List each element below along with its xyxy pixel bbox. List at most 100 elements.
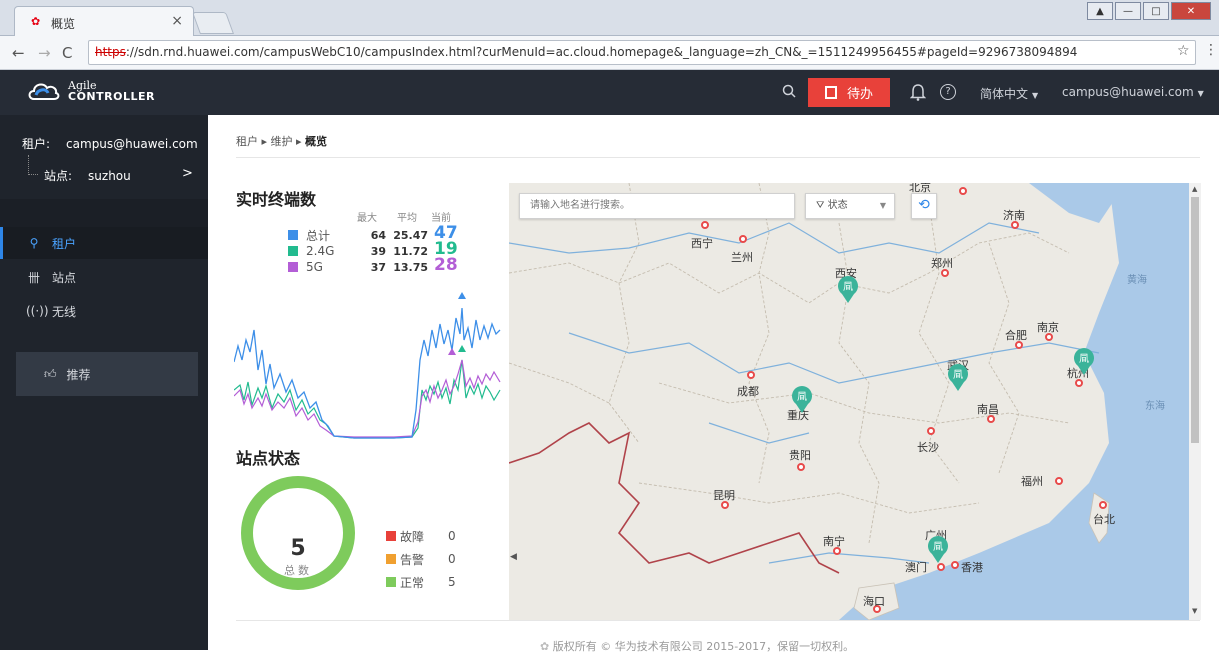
city-dot[interactable] <box>959 187 967 195</box>
tree-connector <box>28 155 38 175</box>
map-status-filter[interactable]: ⛛ 状态 ▼ <box>805 193 895 219</box>
recommend-button[interactable]: 👍︎ 推荐 <box>16 352 198 396</box>
tenant-value: campus@huawei.com <box>66 137 198 151</box>
caret-down-icon: ▼ <box>879 201 886 210</box>
legend-2-4g[interactable]: 2.4G 39 11.72 19 <box>288 239 458 259</box>
legend-max: 39 <box>370 244 386 258</box>
forward-arrow-icon[interactable]: → <box>38 44 51 62</box>
city-label: 长沙 <box>917 441 939 454</box>
city-dot[interactable] <box>937 563 945 571</box>
legend-total[interactable]: 总计 64 25.47 47 <box>288 223 458 243</box>
city-dot[interactable] <box>739 235 747 243</box>
city-label: 成都 <box>737 385 759 398</box>
url-text: ://sdn.rnd.huawei.com/campusWebC10/campu… <box>125 45 1078 59</box>
tab-title: 概览 <box>51 17 76 31</box>
copyright-text: 版权所有 © 华为技术有限公司 2015-2017，保留一切权利。 <box>552 640 855 653</box>
browser-menu-icon[interactable]: ⋮ <box>1204 42 1218 58</box>
city-label: 贵阳 <box>789 449 811 462</box>
sidebar-item-label: 无线 <box>52 304 77 319</box>
legend-max: 64 <box>370 228 386 242</box>
status-name: 正常 <box>400 575 425 590</box>
peak-marker-total <box>458 292 466 299</box>
site-pin-icon[interactable]: 凬 <box>791 385 813 413</box>
tenant-key: 租户: <box>22 137 51 151</box>
bell-icon[interactable] <box>910 83 926 101</box>
user-label: campus@huawei.com <box>1062 85 1194 99</box>
legend-swatch <box>288 246 298 256</box>
sidebar-item-site[interactable]: 卌 站点 <box>0 261 208 293</box>
site-selector[interactable]: 站点: suzhou <box>44 167 131 184</box>
brand-line2: CONTROLLER <box>68 90 155 103</box>
filter-funnel-icon: ⛛ <box>816 200 825 211</box>
window-close-icon[interactable]: ✕ <box>1171 2 1211 20</box>
todo-button[interactable]: 待办 <box>808 78 890 107</box>
legend-swatch <box>288 262 298 272</box>
legend-avg: 25.47 <box>393 228 428 242</box>
city-dot[interactable] <box>1099 501 1107 509</box>
scroll-up-icon[interactable]: ▲ <box>1192 185 1197 193</box>
breadcrumb-tenant[interactable]: 租户 <box>236 135 258 148</box>
site-pin-icon[interactable]: 凬 <box>1073 347 1095 375</box>
map-sea-bay <box>1029 183 1119 223</box>
svg-text:凬: 凬 <box>933 541 943 553</box>
huawei-logo-icon: ✿ <box>31 15 41 28</box>
city-dot[interactable] <box>927 427 935 435</box>
peak-marker-5g <box>448 348 456 355</box>
new-tab-button[interactable] <box>191 12 235 34</box>
reload-icon[interactable]: C <box>62 44 72 62</box>
breadcrumb: 租户 ▸ 维护 ▸ 概览 <box>236 135 328 148</box>
map-collapse-arrow-icon[interactable]: ◀ <box>510 552 517 562</box>
window-maximize-icon[interactable]: □ <box>1143 2 1169 20</box>
site-pin-icon[interactable]: 凬 <box>837 275 859 303</box>
divider <box>236 620 1200 621</box>
map-refresh-button[interactable]: ⟲ <box>911 193 937 219</box>
divider <box>236 157 1200 158</box>
sea-label: 黄海 <box>1127 275 1147 286</box>
scrollbar-thumb[interactable] <box>1191 197 1199 443</box>
status-value: 0 <box>448 552 456 566</box>
city-label: 合肥 <box>1005 329 1027 342</box>
caret-down-icon: ▼ <box>1032 91 1039 100</box>
city-dot[interactable] <box>797 463 805 471</box>
cloud-logo-icon <box>28 83 60 100</box>
bookmark-star-icon[interactable]: ☆ <box>1177 43 1190 59</box>
thumbs-up-icon: 👍︎ <box>44 366 57 381</box>
svg-text:凬: 凬 <box>843 281 853 293</box>
status-fault[interactable]: 故障 0 <box>386 529 456 544</box>
site-pin-icon[interactable]: 凬 <box>927 535 949 563</box>
agile-controller-logo[interactable]: Agile CONTROLLER <box>26 79 155 103</box>
sidebar-item-tenant[interactable]: ⚲ 租户 <box>0 227 208 259</box>
map-scrollbar[interactable]: ▲ ▼ <box>1189 183 1201 620</box>
terminal-trend-chart[interactable] <box>234 290 502 445</box>
huawei-logo-icon: ✿ <box>540 640 550 653</box>
site-pin-icon[interactable]: 凬 <box>947 363 969 391</box>
tenant-info: 租户: campus@huawei.com <box>22 135 198 152</box>
browser-tab[interactable]: ✿ 概览 × <box>14 6 194 36</box>
back-arrow-icon[interactable]: ← <box>12 44 25 62</box>
status-normal[interactable]: 正常 5 <box>386 575 456 590</box>
user-menu[interactable]: campus@huawei.com ▼ <box>1062 85 1204 99</box>
url-input[interactable]: https://sdn.rnd.huawei.com/campusWebC10/… <box>88 40 1196 65</box>
todo-doc-icon <box>824 86 837 99</box>
city-dot[interactable] <box>701 221 709 229</box>
legend-5g[interactable]: 5G 37 13.75 28 <box>288 255 458 275</box>
window-minimize-icon[interactable]: — <box>1115 2 1141 20</box>
map-search-input[interactable]: 请输入地名进行搜索。 <box>519 193 795 219</box>
site-expand-arrow[interactable]: > <box>182 166 193 181</box>
sidebar-item-wireless[interactable]: ((·)) 无线 <box>0 295 208 327</box>
site-map[interactable]: 请输入地名进行搜索。 ⛛ 状态 ▼ ⟲ 北京 西宁 兰州 济南 西安 郑州 合肥 … <box>509 183 1189 620</box>
col-max-header: 最大 <box>357 213 377 224</box>
city-dot[interactable] <box>951 561 959 569</box>
tab-close-icon[interactable]: × <box>171 13 183 29</box>
language-select[interactable]: 简体中文 ▼ <box>980 85 1038 102</box>
scroll-down-icon[interactable]: ▼ <box>1192 607 1197 615</box>
status-swatch <box>386 554 396 564</box>
status-warning[interactable]: 告警 0 <box>386 552 456 567</box>
help-icon[interactable]: ? <box>940 84 956 100</box>
browser-tab-bar: ✿ 概览 × ▲ — □ ✕ <box>0 0 1219 36</box>
search-icon[interactable] <box>782 84 796 98</box>
breadcrumb-maintain[interactable]: 维护 <box>271 135 293 148</box>
city-dot[interactable] <box>747 371 755 379</box>
city-dot[interactable] <box>1055 477 1063 485</box>
window-user-icon[interactable]: ▲ <box>1087 2 1113 20</box>
